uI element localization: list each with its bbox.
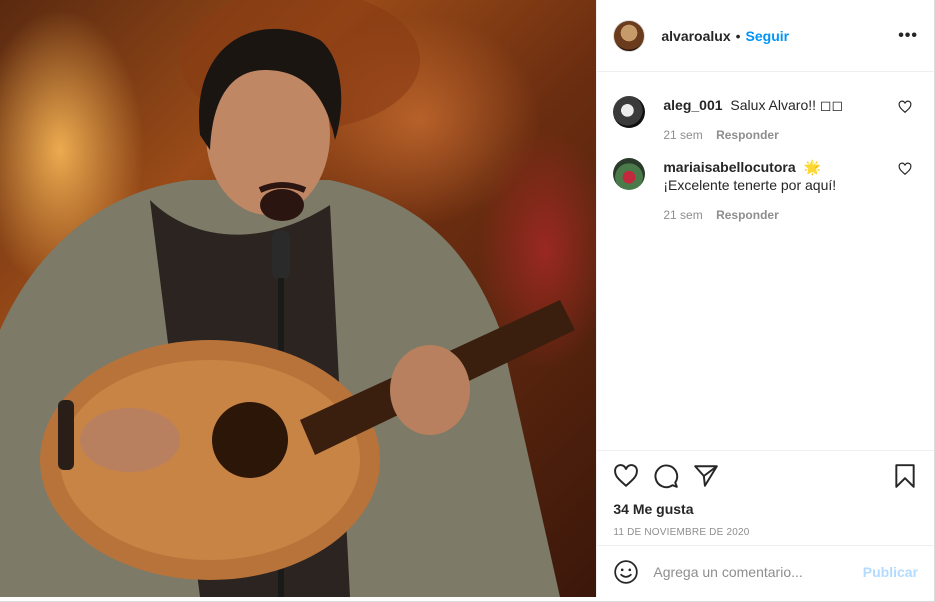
heart-icon[interactable] xyxy=(898,162,912,176)
comment-composer: Publicar xyxy=(597,545,934,597)
smiley-icon[interactable] xyxy=(613,559,639,585)
action-bar xyxy=(613,461,918,491)
comment-body: aleg_001 Salux Alvaro!! ◻◻ 21 sem Respon… xyxy=(663,96,893,142)
comment-text-line: aleg_001 Salux Alvaro!! ◻◻ xyxy=(663,96,893,114)
post-header: alvaroalux • Seguir ••• xyxy=(597,0,934,72)
share-icon[interactable] xyxy=(693,463,719,489)
profile-avatar[interactable] xyxy=(613,19,646,52)
comment-text-line: mariaisabellocutora 🌟 xyxy=(663,158,893,176)
author-username[interactable]: alvaroalux xyxy=(661,28,730,44)
comment-icon[interactable] xyxy=(653,463,679,489)
instagram-post: alvaroalux • Seguir ••• aleg_001 Salux A… xyxy=(0,0,935,602)
star-badge: 🌟 xyxy=(803,159,821,175)
comment-text: ¡Excelente tenerte por aquí! xyxy=(663,177,837,193)
like-heart-icon[interactable] xyxy=(613,463,639,489)
commenter-username[interactable]: aleg_001 xyxy=(663,97,722,113)
post-actions-section: 34 Me gusta 11 de noviembre de 2020 xyxy=(597,450,934,545)
commenter-username[interactable]: mariaisabellocutora xyxy=(663,159,795,175)
more-options-icon[interactable]: ••• xyxy=(898,27,918,45)
comment-item: aleg_001 Salux Alvaro!! ◻◻ 21 sem Respon… xyxy=(613,96,918,142)
likes-count[interactable]: 34 Me gusta xyxy=(613,501,918,517)
comment-meta: 21 sem Responder xyxy=(663,208,893,222)
reply-button[interactable]: Responder xyxy=(716,128,779,142)
post-photo[interactable] xyxy=(0,0,597,597)
comment-age: 21 sem xyxy=(663,208,703,222)
performer-illustration xyxy=(0,0,575,597)
commenter-avatar[interactable] xyxy=(613,158,646,190)
publish-button[interactable]: Publicar xyxy=(863,564,918,580)
comment-input[interactable] xyxy=(653,563,863,580)
reply-button[interactable]: Responder xyxy=(716,208,779,222)
commenter-avatar[interactable] xyxy=(613,96,646,128)
comment-body: mariaisabellocutora 🌟 ¡Excelente tenerte… xyxy=(663,158,893,222)
bookmark-icon[interactable] xyxy=(892,463,918,489)
comment-meta: 21 sem Responder xyxy=(663,128,893,142)
heart-icon[interactable] xyxy=(898,100,912,114)
comments-list: aleg_001 Salux Alvaro!! ◻◻ 21 sem Respon… xyxy=(597,72,934,450)
post-sidebar: alvaroalux • Seguir ••• aleg_001 Salux A… xyxy=(596,0,934,597)
comment-text: Salux Alvaro!! ◻◻ xyxy=(730,97,844,113)
post-date: 11 de noviembre de 2020 xyxy=(613,527,750,538)
comment-item: mariaisabellocutora 🌟 ¡Excelente tenerte… xyxy=(613,158,918,222)
separator-dot: • xyxy=(735,27,741,44)
follow-button[interactable]: Seguir xyxy=(746,28,790,44)
comment-age: 21 sem xyxy=(663,128,703,142)
